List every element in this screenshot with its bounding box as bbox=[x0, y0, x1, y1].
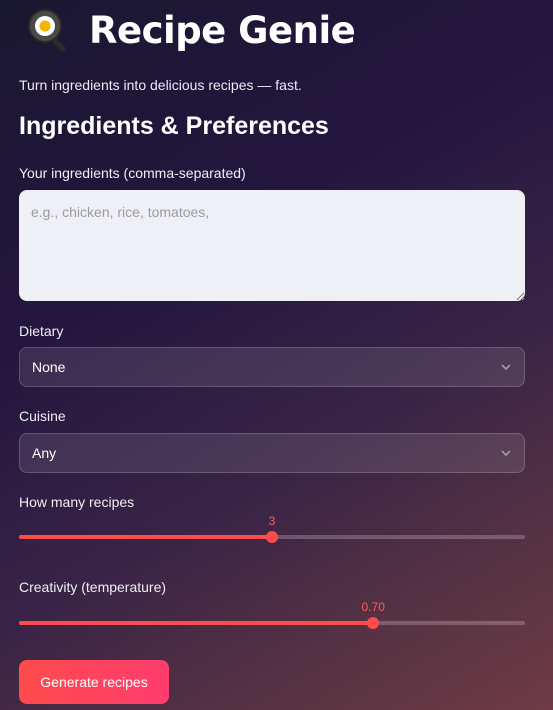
num-recipes-slider[interactable]: 3 bbox=[19, 514, 525, 548]
slider-value: 0.70 bbox=[361, 600, 385, 614]
app-title: Recipe Genie bbox=[89, 8, 356, 52]
num-recipes-label: How many recipes bbox=[19, 494, 135, 510]
cuisine-select[interactable]: Any bbox=[19, 433, 525, 473]
chevron-down-icon bbox=[501, 364, 511, 370]
creativity-slider[interactable]: 0.70 bbox=[19, 600, 525, 634]
chevron-down-icon bbox=[501, 450, 511, 456]
cuisine-selected-value: Any bbox=[32, 445, 57, 461]
slider-thumb[interactable] bbox=[367, 617, 380, 629]
frying-pan-egg-icon bbox=[28, 9, 66, 52]
slider-fill bbox=[19, 535, 272, 539]
ingredients-label: Your ingredients (comma-separated) bbox=[19, 165, 246, 181]
title-row: Recipe Genie bbox=[25, 6, 356, 54]
dietary-select[interactable]: None bbox=[19, 347, 525, 387]
dietary-selected-value: None bbox=[32, 359, 66, 375]
slider-thumb[interactable] bbox=[266, 531, 278, 543]
cuisine-label: Cuisine bbox=[19, 408, 66, 424]
app-subtitle: Turn ingredients into delicious recipes … bbox=[19, 77, 302, 93]
generate-recipes-button[interactable]: Generate recipes bbox=[19, 660, 169, 704]
slider-fill bbox=[19, 621, 374, 625]
creativity-label: Creativity (temperature) bbox=[19, 579, 167, 595]
ingredients-textarea[interactable] bbox=[19, 190, 525, 301]
dietary-label: Dietary bbox=[19, 323, 64, 339]
slider-value: 3 bbox=[268, 514, 276, 528]
section-heading: Ingredients & Preferences bbox=[19, 112, 329, 140]
